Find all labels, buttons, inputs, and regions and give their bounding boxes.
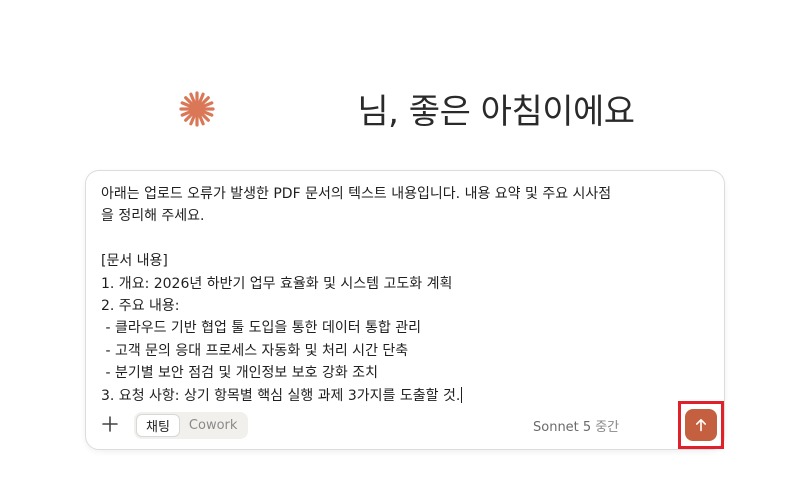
prompt-input[interactable]: 아래는 업로드 오류가 발생한 PDF 문서의 텍스트 내용입니다. 내용 요약… (101, 183, 713, 407)
send-button[interactable] (685, 409, 717, 441)
prompt-line: - 분기별 보안 점검 및 개인정보 보호 강화 조치 (101, 365, 378, 382)
sparkle-logo-icon (179, 90, 216, 127)
message-composer[interactable]: 아래는 업로드 오류가 발생한 PDF 문서의 텍스트 내용입니다. 내용 요약… (85, 170, 725, 450)
mode-toggle: 채팅 Cowork (134, 412, 249, 439)
prompt-line: [문서 내용] (101, 253, 168, 270)
prompt-line: 3. 요청 사항: 상기 항목별 핵심 실행 과제 3가지를 도출할 것. (101, 387, 461, 404)
prompt-line: 을 정리해 주세요. (101, 208, 205, 225)
arrow-up-icon (695, 418, 706, 432)
page: 님, 좋은 아침이에요 아래는 업로드 오류가 발생한 PDF 문서의 텍스트 … (0, 0, 812, 485)
redacted-user-name (227, 88, 358, 129)
add-attachment-button[interactable] (99, 413, 121, 435)
prompt-line: - 클라우드 기반 협업 툴 도입을 통한 데이터 통합 관리 (101, 320, 422, 337)
mode-tab-chat[interactable]: 채팅 (136, 414, 180, 437)
greeting: 님, 좋은 아침이에요 (0, 84, 812, 133)
greeting-text: 님, 좋은 아침이에요 (357, 92, 635, 132)
prompt-line: 2. 주요 내용: (101, 298, 180, 315)
send-button-highlight (678, 401, 724, 449)
model-selector[interactable]: Sonnet 5 중간 (533, 416, 619, 435)
model-effort: 중간 (595, 420, 620, 435)
prompt-line: 아래는 업로드 오류가 발생한 PDF 문서의 텍스트 내용입니다. 내용 요약… (101, 186, 612, 202)
prompt-line: 1. 개요: 2026년 하반기 업무 효율화 및 시스템 고도화 계획 (101, 275, 453, 292)
text-caret (461, 386, 463, 403)
prompt-line: - 고객 문의 응대 프로세스 자동화 및 처리 시간 단축 (101, 342, 409, 359)
model-name: Sonnet 5 (533, 420, 592, 435)
plus-icon (102, 416, 118, 432)
mode-tab-cowork[interactable]: Cowork (180, 414, 247, 437)
